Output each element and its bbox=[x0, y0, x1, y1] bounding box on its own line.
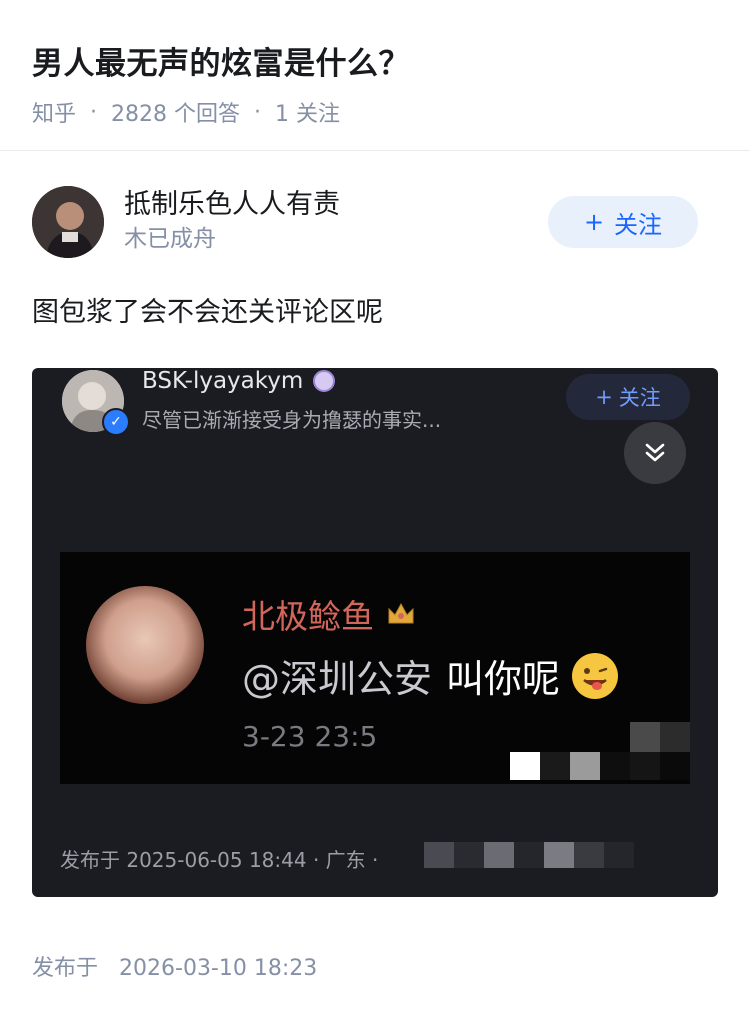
verified-icon: ✓ bbox=[102, 408, 130, 436]
crown-icon bbox=[388, 602, 414, 624]
author-name[interactable]: 抵制乐色人人有责 bbox=[124, 188, 340, 222]
comment-message: @深圳公安 叫你呢 bbox=[242, 648, 619, 703]
follow-count: 1 关注 bbox=[275, 102, 340, 127]
avatar[interactable] bbox=[32, 186, 104, 258]
post-time-label: 发布于 bbox=[32, 956, 99, 981]
mosaic-blur bbox=[510, 722, 690, 780]
answer-text: 图包浆了会不会还关评论区呢 bbox=[32, 297, 383, 328]
separator-dot: · bbox=[254, 99, 261, 125]
question-meta: 知乎 · 2828 个回答 · 1 关注 bbox=[32, 96, 340, 128]
emoji-icon bbox=[572, 652, 619, 699]
mention: @深圳公安 bbox=[242, 657, 433, 701]
embedded-follow-button: + 关注 bbox=[566, 374, 690, 420]
expand-chevrons-icon bbox=[624, 422, 686, 484]
commenter-avatar bbox=[86, 586, 204, 704]
mosaic-blur bbox=[424, 838, 664, 872]
badge-icon bbox=[313, 370, 336, 392]
embedded-description: 尽管已渐渐接受身为撸瑟的事实... bbox=[142, 408, 442, 432]
author-bio: 木已成舟 bbox=[124, 226, 216, 252]
commenter: 北极鲶鱼 bbox=[242, 590, 416, 638]
divider bbox=[0, 150, 750, 151]
follow-button[interactable]: + 关注 bbox=[548, 196, 698, 248]
commenter-name: 北极鲶鱼 bbox=[242, 597, 374, 636]
video-frame: 北极鲶鱼 @深圳公安 叫你呢 3-23 23:5 bbox=[60, 552, 690, 784]
plus-icon: + bbox=[595, 385, 613, 409]
plus-icon: + bbox=[583, 208, 605, 236]
follow-label: 关注 bbox=[614, 210, 663, 239]
message-text: 叫你呢 bbox=[446, 657, 561, 701]
post-time: 发布于 2026-03-10 18:23 bbox=[32, 950, 317, 982]
comment-time: 3-23 23:5 bbox=[242, 720, 378, 753]
embedded-screenshot[interactable]: ✓ BSK-lyayakym 尽管已渐渐接受身为撸瑟的事实... + 关注 北极… bbox=[32, 368, 718, 897]
embedded-follow-label: 关注 bbox=[618, 386, 661, 410]
embedded-user: BSK-lyayakym bbox=[142, 368, 336, 394]
answer-count[interactable]: 2828 个回答 bbox=[111, 96, 240, 128]
source-label[interactable]: 知乎 bbox=[32, 96, 76, 128]
embedded-footer: 发布于 2025-06-05 18:44 · 广东 · bbox=[60, 848, 379, 872]
author-block: 抵制乐色人人有责 木已成舟 bbox=[32, 186, 340, 258]
separator-dot: · bbox=[90, 99, 98, 125]
question-title[interactable]: 男人最无声的炫富是什么？ bbox=[32, 38, 410, 83]
embedded-user-name: BSK-lyayakym bbox=[142, 368, 304, 394]
post-time-value: 2026-03-10 18:23 bbox=[119, 956, 318, 981]
